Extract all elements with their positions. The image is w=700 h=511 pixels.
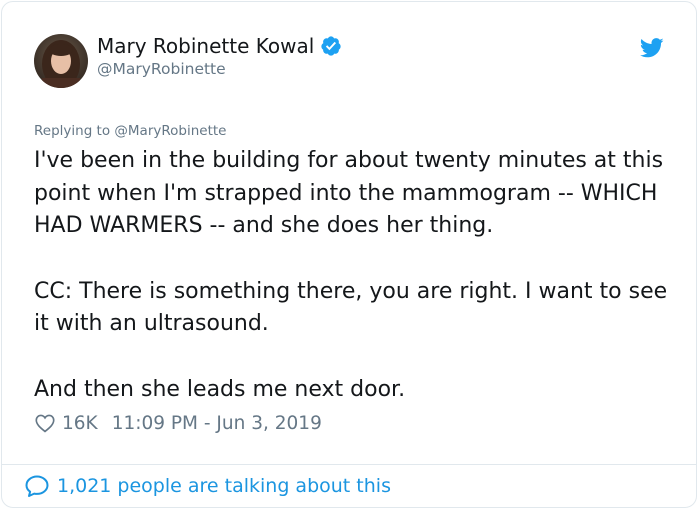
tweet-meta: 16K 11:09 PM - Jun 3, 2019 <box>34 412 322 434</box>
tweet-paragraph-1: I've been in the building for about twen… <box>34 148 664 238</box>
divider <box>2 464 696 465</box>
heart-icon[interactable] <box>34 412 56 434</box>
tweet-card: Mary Robinette Kowal @MaryRobinette Repl… <box>1 1 697 508</box>
twitter-bird-icon[interactable] <box>640 38 664 58</box>
verified-badge-icon <box>321 36 341 56</box>
author-display-name[interactable]: Mary Robinette Kowal <box>97 34 314 58</box>
tweet-paragraph-3: And then she leads me next door. <box>34 376 406 402</box>
conversation-count[interactable]: 1,021 people are talking about this <box>57 475 391 497</box>
tweet-timestamp[interactable]: 11:09 PM - Jun 3, 2019 <box>112 413 322 434</box>
reply-context[interactable]: Replying to @MaryRobinette <box>34 123 226 139</box>
author-handle[interactable]: @MaryRobinette <box>97 60 226 78</box>
tweet-paragraph-2: CC: There is something there, you are ri… <box>34 278 668 337</box>
speech-bubble-icon <box>25 475 49 497</box>
conversation-link[interactable]: 1,021 people are talking about this <box>24 474 391 498</box>
avatar-image <box>34 34 88 88</box>
author-name-row[interactable]: Mary Robinette Kowal <box>97 34 342 58</box>
avatar[interactable] <box>34 34 88 88</box>
like-count[interactable]: 16K <box>62 413 98 434</box>
tweet-text: I've been in the building for about twen… <box>34 145 684 406</box>
